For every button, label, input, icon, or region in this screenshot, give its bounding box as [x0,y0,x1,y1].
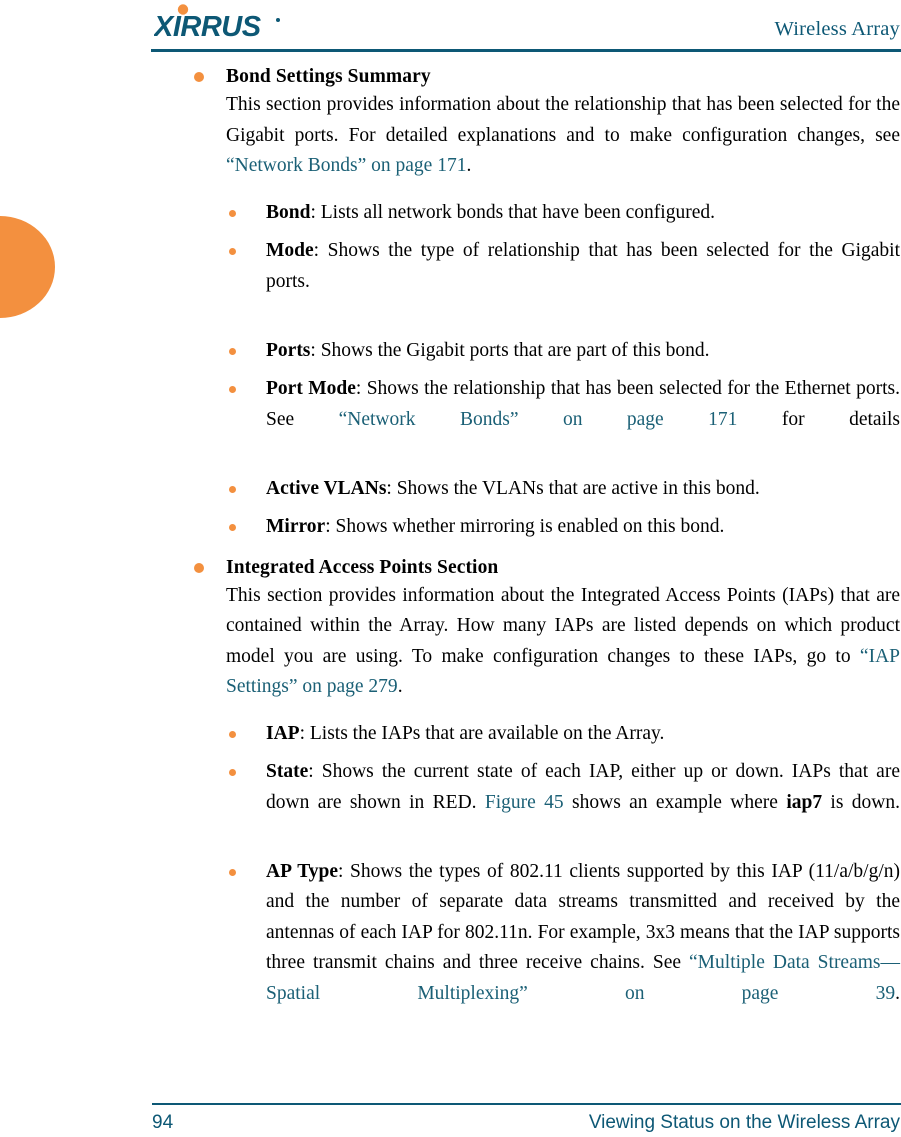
integrated-access-points-field-list: IAP: Lists the IAPs that are available o… [0,719,901,1040]
field-description-tail: is down. [822,791,901,813]
paragraph-text-pre: This section provides information about … [226,584,900,667]
bullet-dot-icon [229,485,236,493]
field-description: : Shows the Gigabit ports that are part … [310,339,710,361]
page-header: XIRRUS Wireless Array [151,0,901,52]
footer-divider [152,1103,901,1105]
field-term: Active VLANs [266,477,387,499]
svg-text:XIRRUS: XIRRUS [154,11,262,40]
cross-reference-link-network-bonds[interactable]: “Network Bonds” on page 171 [226,155,466,176]
field-term: IAP [266,722,300,744]
paragraph-text-pre: This section provides information about … [226,94,900,146]
bullet-dot-icon [229,386,236,393]
field-term: Mode [266,240,314,261]
list-item-bond: Bond: Lists all network bonds that have … [0,198,901,229]
field-description: : Lists all network bonds that have been… [310,201,715,223]
field-term: Ports [266,339,311,361]
list-item-active-vlans: Active VLANs: Shows the VLANs that are a… [0,474,901,505]
paragraph-text-post: . [466,155,472,176]
header-divider [151,49,901,52]
field-value-iap7: iap7 [786,791,823,813]
section-heading: Bond Settings Summary [226,66,431,87]
list-item-mirror: Mirror: Shows whether mirroring is enabl… [0,512,901,543]
field-description: : Shows whether mirroring is enabled on … [325,516,725,537]
field-description-post: shows an example where [563,791,787,813]
document-page: XIRRUS Wireless Array Bond Settings Summ… [0,0,901,1137]
list-item-ports: Ports: Shows the Gigabit ports that are … [0,336,901,367]
bullet-dot-icon [229,769,236,776]
bullet-dot-icon [229,209,236,217]
field-term: AP Type [266,860,339,882]
list-item-ap-type: AP Type: Shows the types of 802.11 clien… [0,857,901,1040]
bullet-dot-icon [229,730,236,738]
field-term: State [266,761,309,782]
field-description-post: . [895,982,900,1004]
section-paragraph: This section provides information about … [226,581,900,703]
paragraph-text-post: . [397,676,403,697]
list-item-iap: IAP: Lists the IAPs that are available o… [0,719,901,750]
footer-title: Viewing Status on the Wireless Array [588,1112,900,1133]
page-content: Bond Settings Summary This section provi… [0,64,901,1040]
section-paragraph: This section provides information about … [226,90,900,182]
field-term: Mirror [266,516,326,537]
footer-page-number: 94 [152,1112,174,1133]
bullet-dot-icon [229,347,236,355]
logo-registered-mark [276,18,280,22]
list-item-port-mode: Port Mode: Shows the relationship that h… [0,374,901,466]
list-item-mode: Mode: Shows the type of relationship tha… [0,236,901,328]
bullet-dot-icon [194,562,204,573]
cross-reference-link-figure-45[interactable]: Figure 45 [485,792,564,813]
header-title: Wireless Array [774,18,900,40]
field-description: : Lists the IAPs that are available on t… [299,722,665,744]
section-integrated-access-points: Integrated Access Points Section This se… [0,555,901,703]
bullet-dot-icon [194,72,204,82]
bullet-dot-icon [229,868,236,876]
field-description: : Shows the VLANs that are active in thi… [386,477,760,499]
bullet-dot-icon [229,248,236,255]
bond-settings-field-list: Bond: Lists all network bonds that have … [0,198,901,543]
field-description-post: for details [737,408,901,430]
field-description: : Shows the type of relationship that ha… [266,240,900,292]
cross-reference-link-network-bonds[interactable]: “Network Bonds” on page 171 [339,409,738,430]
field-term: Bond [266,201,311,223]
xirrus-logo: XIRRUS [154,4,314,40]
bullet-dot-icon [229,524,236,531]
section-bond-settings-summary: Bond Settings Summary This section provi… [0,64,901,182]
field-term: Port Mode [266,378,356,399]
section-heading: Integrated Access Points Section [226,556,499,578]
list-item-state: State: Shows the current state of each I… [0,757,901,849]
